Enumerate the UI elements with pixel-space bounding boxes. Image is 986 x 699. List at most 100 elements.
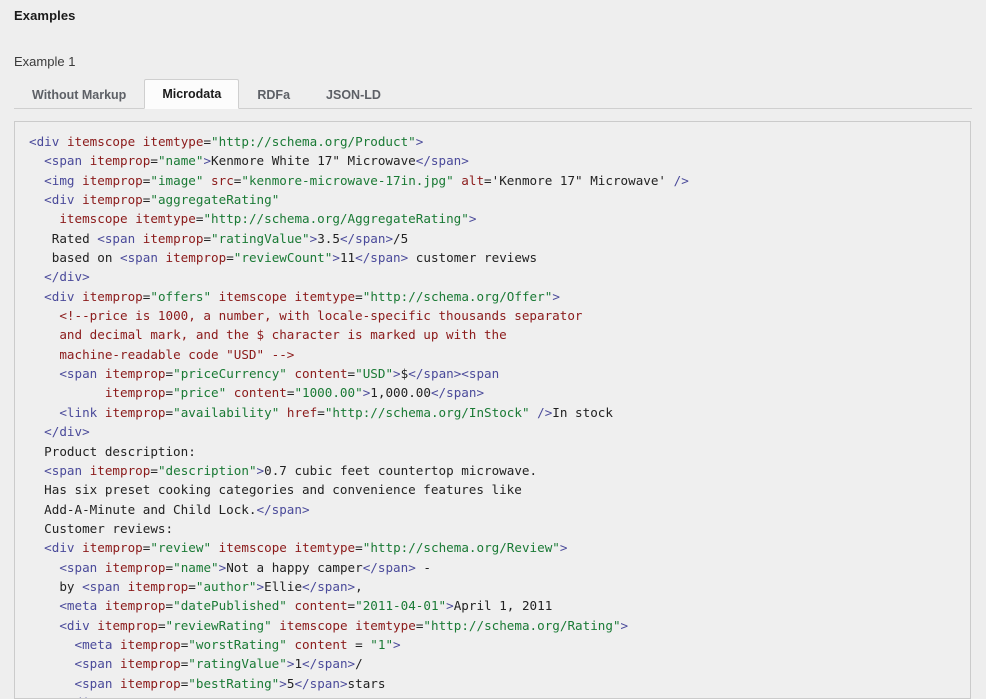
code-token-plain: = [355,540,363,555]
code-token-plain [112,637,120,652]
code-token-comment: <!--price is 1000, a number, with locale… [59,308,582,323]
code-token-attr: itemprop [105,385,166,400]
code-token-attr: itemprop [82,289,143,304]
code-token-attr: itemprop [90,463,151,478]
code-token-plain: Add-A-Minute and Child Lock. [29,502,256,517]
tab-json-ld[interactable]: JSON-LD [308,80,399,109]
code-token-attr: itemscope [279,618,347,633]
code-token-plain: = [348,366,356,381]
code-line: Product description: [29,444,196,459]
page-title: Examples [14,0,972,25]
code-token-attr: itemtype [294,289,355,304]
code-token-attr: itemscope [219,540,287,555]
code-token-str: "description" [158,463,257,478]
code-token-plain [29,366,59,381]
code-line: </div> [29,269,90,284]
tab-without-markup[interactable]: Without Markup [14,80,144,109]
code-token-attr: itemprop [105,366,166,381]
code-token-plain: Has six preset cooking categories and co… [29,482,522,497]
code-token-str: "priceCurrency" [173,366,287,381]
code-token-tag: > [257,463,265,478]
tab-microdata[interactable]: Microdata [144,79,239,109]
code-token-tag: <span [97,231,135,246]
code-token-plain: In stock [552,405,613,420]
code-token-plain: = [150,463,158,478]
code-token-tag: <span [59,366,97,381]
code-token-plain [29,289,44,304]
code-line: itemprop="price" content="1000.00">1,000… [29,385,484,400]
code-token-plain: - [416,560,431,575]
code-token-attr: itemscope [219,289,287,304]
code-token-attr: content [294,598,347,613]
code-token-tag: /> [674,173,689,188]
code-line: <div itemprop="review" itemscope itemtyp… [29,540,567,555]
code-token-attr: itemtype [135,211,196,226]
code-token-plain: / [355,656,363,671]
code-line: <span itemprop="ratingValue">1</span>/ [29,656,363,671]
example-label: Example 1 [14,25,972,70]
code-token-tag: <meta [75,637,113,652]
code-token-attr: alt [461,173,484,188]
code-line: Customer reviews: [29,521,173,536]
code-token-plain: = [317,405,325,420]
code-token-plain: = [203,134,211,149]
code-token-tag: <meta [59,598,97,613]
code-token-attr: itemprop [97,618,158,633]
code-token-plain [112,656,120,671]
code-token-str: "http://schema.org/InStock" [325,405,530,420]
code-token-tag: <span [44,153,82,168]
code-token-str: "datePublished" [173,598,287,613]
code-token-plain [112,676,120,691]
code-token-plain: customer reviews [408,250,537,265]
code-token-plain [29,424,44,439]
code-token-plain: Product description: [29,444,196,459]
code-token-plain: = [166,560,174,575]
code-token-str: "offers" [150,289,211,304]
code-token-plain: 0.7 cubic feet countertop microwave. [264,463,537,478]
code-token-plain: Ellie [264,579,302,594]
code-token-plain: 11 [340,250,355,265]
code-token-plain: , [355,579,363,594]
code-token-str: "bestRating" [188,676,279,691]
code-token-plain [135,231,143,246]
code-token-tag: </span> [302,656,355,671]
code-token-str: "http://schema.org/AggregateRating" [203,211,468,226]
code-token-tag: </span> [355,250,408,265]
code-token-attr: href [287,405,317,420]
code-token-plain [29,173,44,188]
code-line: machine-readable code "USD" --> [29,347,294,362]
code-token-plain: by [29,579,82,594]
code-token-plain [75,192,83,207]
code-token-plain [75,540,83,555]
code-token-plain [82,153,90,168]
code-token-plain [97,405,105,420]
code-token-plain: = [348,598,356,613]
code-token-attr: itemtype [355,618,416,633]
code-token-str: "reviewCount" [234,250,333,265]
code-token-str: "2011-04-01" [355,598,446,613]
code-token-tag: </span> [431,385,484,400]
code-token-attr: src [211,173,234,188]
code-line: <meta itemprop="worstRating" content = "… [29,637,401,652]
code-token-attr: itemscope [67,134,135,149]
code-token-tag: <link [59,405,97,420]
code-token-attr: itemprop [105,405,166,420]
code-token-plain: = [166,385,174,400]
code-token-plain [29,656,75,671]
tab-rdfa[interactable]: RDFa [239,80,308,109]
code-line: <div itemprop="reviewRating" itemscope i… [29,618,628,633]
code-block: <div itemscope itemtype="http://schema.o… [15,132,970,699]
code-token-attr: itemprop [105,598,166,613]
code-line: <link itemprop="availability" href="http… [29,405,613,420]
code-token-plain [29,405,59,420]
code-token-str: "review" [150,540,211,555]
code-token-plain [29,385,105,400]
code-example-panel: <div itemscope itemtype="http://schema.o… [14,121,971,699]
code-token-str: "worstRating" [188,637,287,652]
code-token-plain: /5 [393,231,408,246]
code-token-tag: </div> [44,269,90,284]
code-token-plain [59,134,67,149]
code-token-tag: > [332,250,340,265]
code-line: and decimal mark, and the $ character is… [29,327,507,342]
code-token-plain: stars [348,676,386,691]
